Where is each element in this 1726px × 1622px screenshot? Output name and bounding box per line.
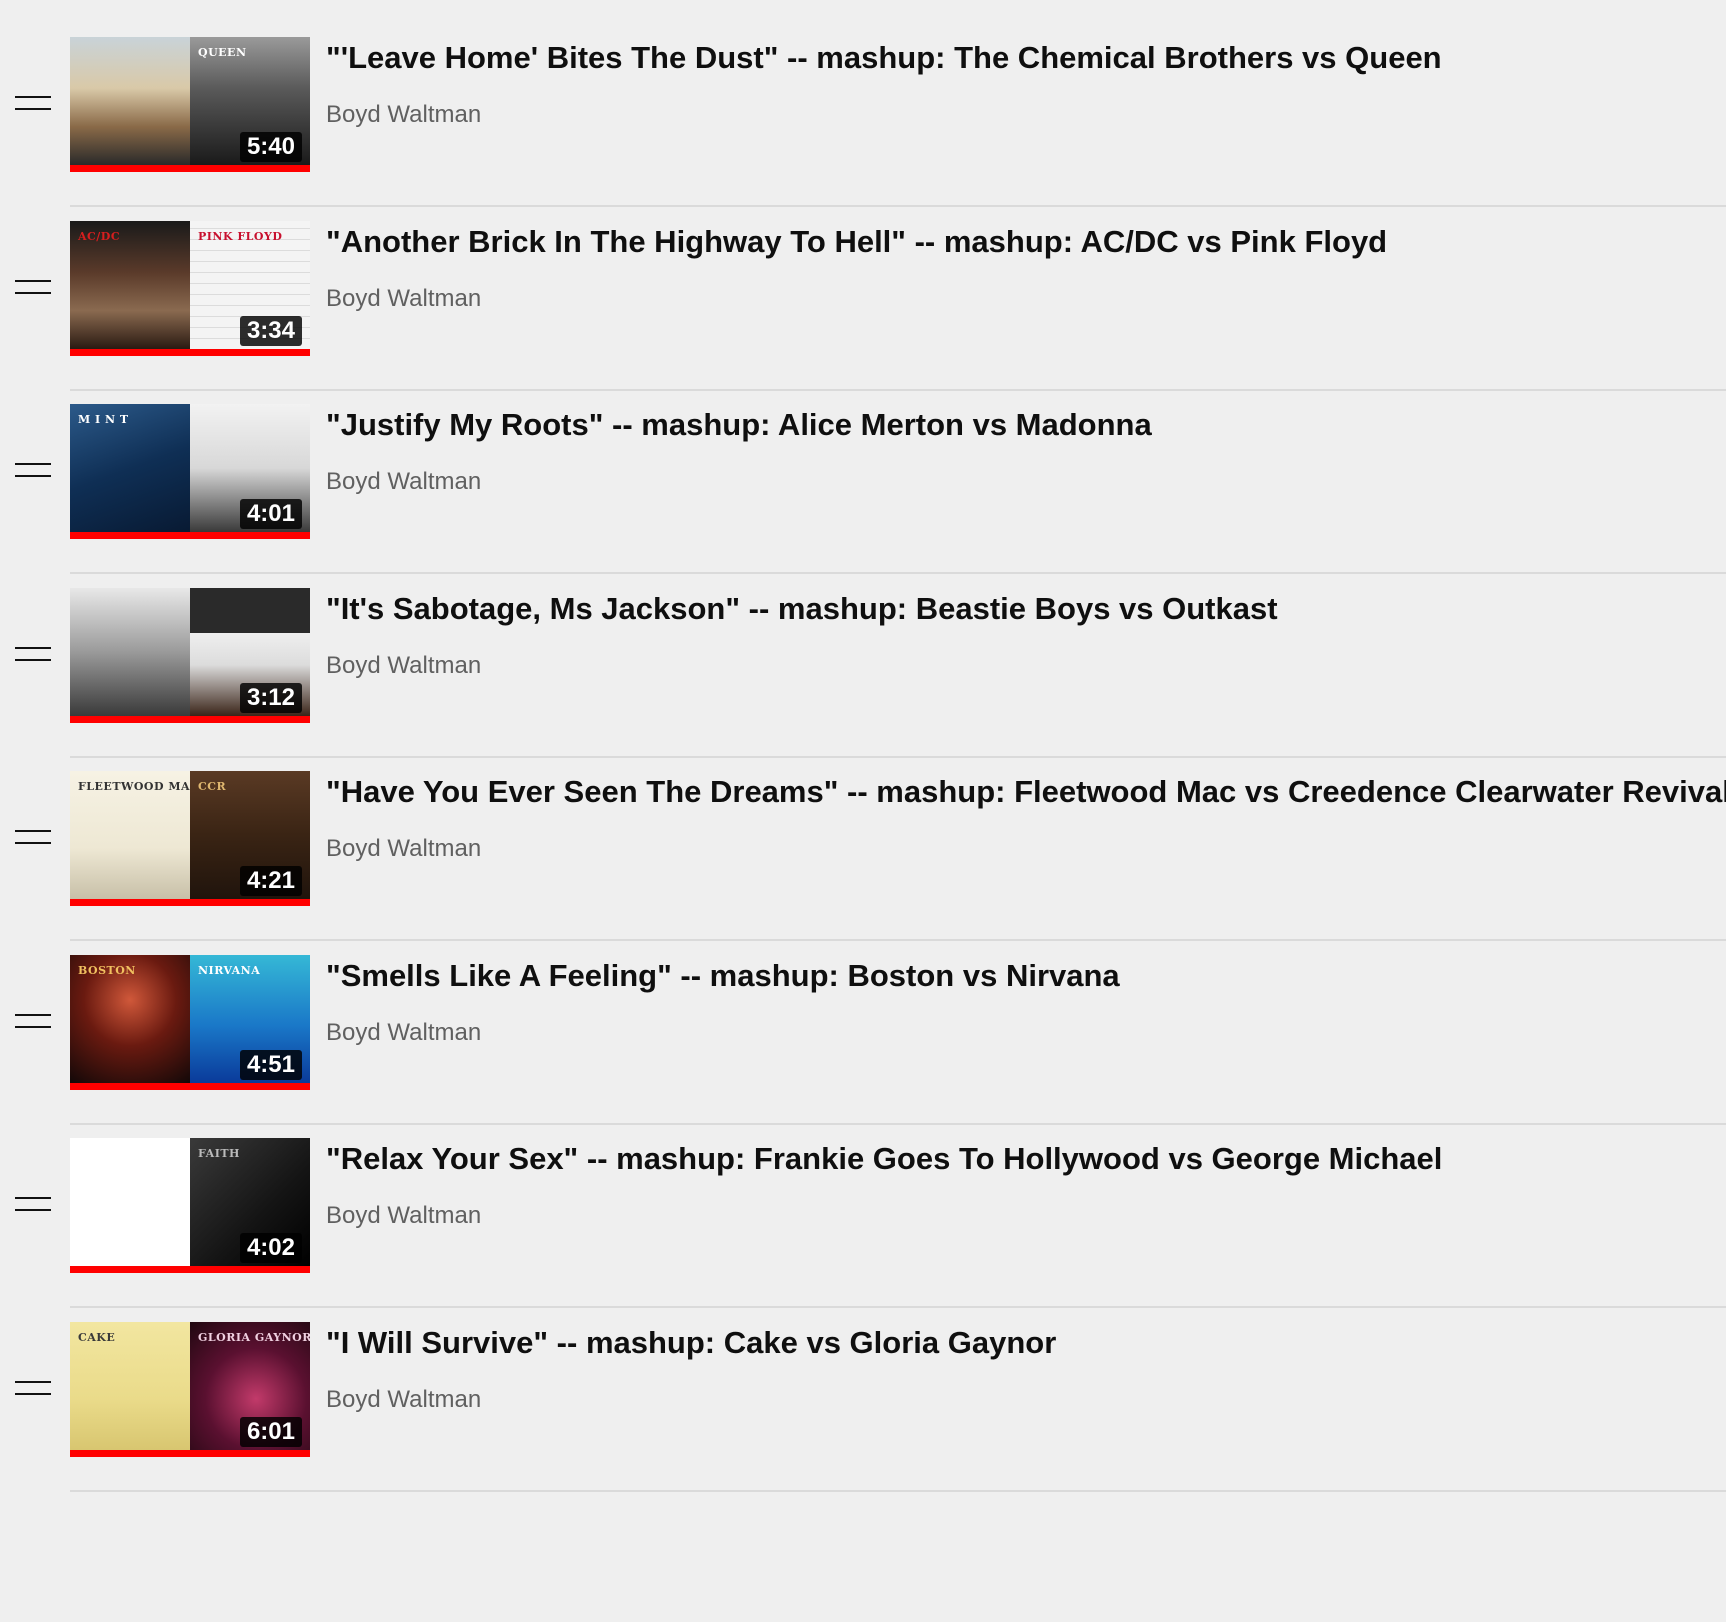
playlist-item[interactable]: 3:12 "It's Sabotage, Ms Jackson" -- mash… <box>0 551 1726 758</box>
video-title[interactable]: "Justify My Roots" -- mashup: Alice Mert… <box>326 403 1152 447</box>
video-thumbnail[interactable]: CAKE GLORIA GAYNOR 6:01 <box>70 1321 310 1457</box>
duration-badge: 4:21 <box>239 866 302 896</box>
duration-badge: 4:51 <box>239 1049 302 1080</box>
playlist-item[interactable]: AC/DC PINK FLOYD 3:34 "Another Brick In … <box>0 184 1726 391</box>
album-art-right-caption: GLORIA GAYNOR <box>198 1330 310 1344</box>
video-title[interactable]: "Relax Your Sex" -- mashup: Frankie Goes… <box>326 1137 1442 1181</box>
video-thumbnail[interactable]: M I N T 4:01 <box>70 404 310 539</box>
video-thumbnail[interactable]: 3:12 <box>70 587 310 723</box>
drag-handle-icon[interactable] <box>15 1380 51 1395</box>
album-art-left: BOSTON <box>70 954 190 1083</box>
watch-progress-bar <box>70 1449 310 1457</box>
album-art-right-caption: FAITH <box>198 1147 240 1160</box>
duration-badge: 3:12 <box>239 682 302 713</box>
channel-name[interactable]: Boyd Waltman <box>326 1383 481 1417</box>
album-art-left <box>70 1138 190 1266</box>
playlist-item[interactable]: QUEEN 5:40 "'Leave Home' Bites The Dust"… <box>0 0 1726 207</box>
channel-name[interactable]: Boyd Waltman <box>326 832 481 866</box>
duration-badge: 5:40 <box>239 132 302 162</box>
video-thumbnail[interactable]: FAITH 4:02 <box>70 1138 310 1273</box>
album-art-left <box>70 587 190 716</box>
watch-progress-bar <box>70 1266 310 1273</box>
drag-handle-icon[interactable] <box>15 279 51 294</box>
channel-name[interactable]: Boyd Waltman <box>326 1016 481 1050</box>
album-art-left-caption: BOSTON <box>78 963 136 977</box>
watch-progress-bar <box>70 532 310 539</box>
album-art-left-caption: FLEETWOOD MAC <box>78 780 190 793</box>
album-art-right-caption: QUEEN <box>198 46 247 59</box>
watch-progress-bar <box>70 1082 310 1090</box>
drag-handle-icon[interactable] <box>15 1197 51 1211</box>
album-art-left-caption: CAKE <box>78 1330 116 1344</box>
video-thumbnail[interactable]: AC/DC PINK FLOYD 3:34 <box>70 220 310 356</box>
watch-progress-bar <box>70 348 310 356</box>
playlist-item[interactable]: FAITH 4:02 "Relax Your Sex" -- mashup: F… <box>0 1101 1726 1308</box>
album-art-right-caption: PINK FLOYD <box>198 229 283 243</box>
video-title[interactable]: "Have You Ever Seen The Dreams" -- mashu… <box>326 770 1726 814</box>
video-title[interactable]: "Smells Like A Feeling" -- mashup: Bosto… <box>326 954 1120 998</box>
drag-handle-icon[interactable] <box>15 646 51 661</box>
drag-handle-icon[interactable] <box>15 96 51 110</box>
watch-progress-bar <box>70 715 310 723</box>
video-title[interactable]: "I Will Survive" -- mashup: Cake vs Glor… <box>326 1321 1056 1365</box>
album-art-left: AC/DC <box>70 220 190 349</box>
drag-handle-icon[interactable] <box>15 830 51 844</box>
album-art-left-caption: M I N T <box>78 413 129 426</box>
album-art-left: CAKE <box>70 1321 190 1450</box>
playlist-item[interactable]: BOSTON NIRVANA 4:51 "Smells Like A Feeli… <box>0 918 1726 1125</box>
album-art-left-caption: AC/DC <box>78 229 121 243</box>
playlist-item[interactable]: FLEETWOOD MAC CCR 4:21 "Have You Ever Se… <box>0 734 1726 941</box>
duration-badge: 6:01 <box>239 1416 302 1447</box>
channel-name[interactable]: Boyd Waltman <box>326 98 481 132</box>
drag-handle-icon[interactable] <box>15 463 51 477</box>
playlist-item[interactable]: M I N T 4:01 "Justify My Roots" -- mashu… <box>0 367 1726 574</box>
video-title[interactable]: "Another Brick In The Highway To Hell" -… <box>326 220 1387 264</box>
duration-badge: 4:01 <box>239 499 302 529</box>
video-thumbnail[interactable]: QUEEN 5:40 <box>70 37 310 172</box>
watch-progress-bar <box>70 899 310 906</box>
drag-handle-icon[interactable] <box>15 1013 51 1028</box>
album-art-left <box>70 37 190 165</box>
channel-name[interactable]: Boyd Waltman <box>326 1199 481 1233</box>
album-art-right-caption: NIRVANA <box>198 963 261 977</box>
channel-name[interactable]: Boyd Waltman <box>326 282 481 316</box>
channel-name[interactable]: Boyd Waltman <box>326 465 481 499</box>
video-title[interactable]: "It's Sabotage, Ms Jackson" -- mashup: B… <box>326 587 1278 631</box>
channel-name[interactable]: Boyd Waltman <box>326 649 481 683</box>
video-title[interactable]: "'Leave Home' Bites The Dust" -- mashup:… <box>326 36 1442 80</box>
duration-badge: 4:02 <box>239 1233 302 1263</box>
album-art-left: FLEETWOOD MAC <box>70 771 190 899</box>
video-thumbnail[interactable]: BOSTON NIRVANA 4:51 <box>70 954 310 1090</box>
duration-badge: 3:34 <box>239 315 302 346</box>
album-art-left: M I N T <box>70 404 190 532</box>
album-art-right-caption: CCR <box>198 780 227 793</box>
video-thumbnail[interactable]: FLEETWOOD MAC CCR 4:21 <box>70 771 310 906</box>
playlist-item[interactable]: CAKE GLORIA GAYNOR 6:01 "I Will Survive"… <box>0 1285 1726 1492</box>
watch-progress-bar <box>70 165 310 172</box>
